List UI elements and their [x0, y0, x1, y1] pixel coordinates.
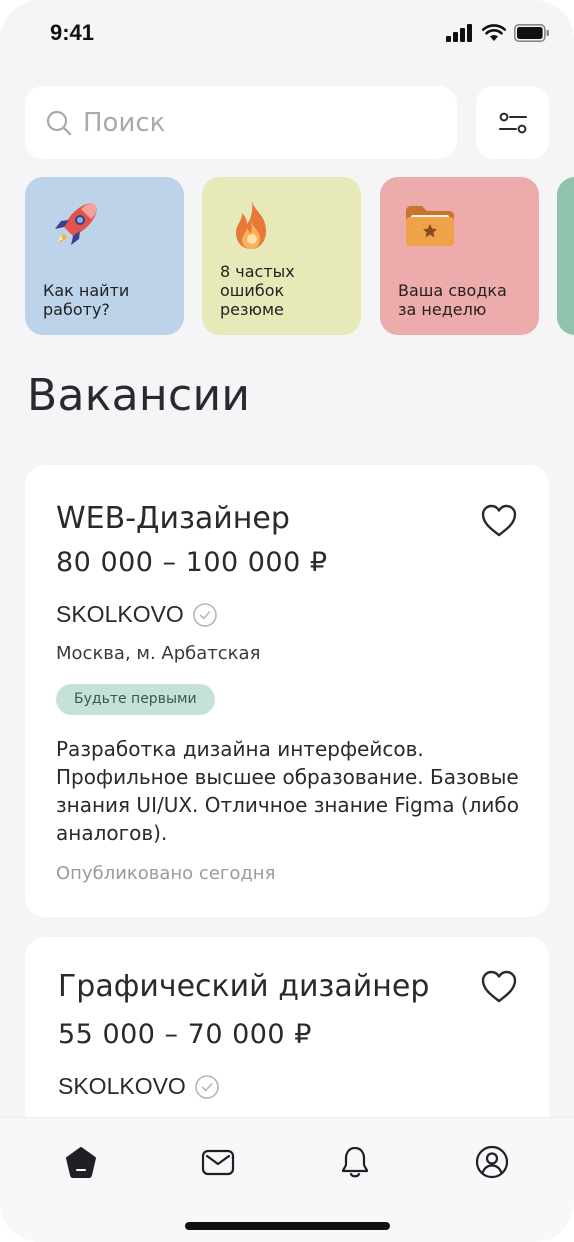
profile-icon	[475, 1145, 509, 1179]
cellular-signal-icon	[446, 24, 472, 42]
search-icon	[46, 110, 72, 135]
company-row: SKOLKOVO	[58, 1073, 220, 1100]
verified-check-icon	[195, 1074, 219, 1099]
app-screen: 9:41 Поиск Как найти работу? 8 частых ош…	[0, 0, 574, 1242]
verified-check-icon	[193, 602, 217, 627]
heart-icon[interactable]	[479, 501, 519, 541]
tab-home[interactable]	[61, 1142, 101, 1182]
search-input[interactable]: Поиск	[25, 86, 457, 159]
vacancy-title: WEB-Дизайнер	[56, 501, 290, 536]
filter-icon	[498, 112, 527, 133]
story-label: 8 частых ошибок резюме	[220, 262, 295, 319]
status-icons	[446, 24, 550, 42]
vacancy-salary: 55 000 – 70 000 ₽	[58, 1019, 312, 1050]
story-label: Как найти работу?	[43, 281, 130, 319]
vacancy-description: Разработка дизайна интерфейсов. Профильн…	[56, 737, 519, 845]
company-name: SKOLKOVO	[56, 601, 184, 627]
story-card[interactable]: Как найти работу?	[25, 177, 184, 335]
heart-icon[interactable]	[479, 967, 519, 1007]
tab-profile[interactable]	[472, 1142, 512, 1182]
vacancy-location: Москва, м. Арбатская	[56, 643, 261, 664]
status-bar: 9:41	[0, 0, 574, 70]
folder-star-icon	[406, 206, 454, 246]
rocket-icon	[55, 203, 97, 245]
battery-icon	[514, 24, 549, 42]
company-name: SKOLKOVO	[58, 1073, 186, 1099]
vacancy-card[interactable]: WEB-Дизайнер 80 000 – 100 000 ₽ SKOLKOVO…	[25, 465, 549, 917]
story-label: Ваша сводка за неделю	[398, 281, 507, 319]
story-card[interactable]: 8 частых ошибок резюме	[202, 177, 361, 335]
status-time: 9:41	[50, 20, 95, 45]
company-row: SKOLKOVO	[56, 601, 218, 628]
flame-icon	[236, 201, 266, 249]
stories-carousel[interactable]: Как найти работу? 8 частых ошибок резюме…	[25, 177, 574, 335]
tab-messages[interactable]	[198, 1142, 238, 1182]
tab-notifications[interactable]	[335, 1142, 375, 1182]
vacancy-salary: 80 000 – 100 000 ₽	[56, 547, 328, 578]
wifi-icon	[482, 24, 506, 41]
story-card[interactable]	[557, 177, 574, 335]
home-indicator[interactable]	[185, 1222, 390, 1230]
mail-icon	[201, 1149, 235, 1176]
filter-button[interactable]	[476, 86, 549, 159]
search-placeholder: Поиск	[83, 107, 166, 138]
story-card[interactable]: Ваша сводка за неделю	[380, 177, 539, 335]
bell-icon	[341, 1146, 369, 1178]
home-icon	[66, 1147, 96, 1178]
vacancy-title: Графический дизайнер	[58, 969, 430, 1004]
status-badge: Будьте первыми	[56, 684, 215, 715]
section-title: Вакансии	[27, 370, 251, 421]
published-date: Опубликовано сегодня	[56, 863, 276, 884]
